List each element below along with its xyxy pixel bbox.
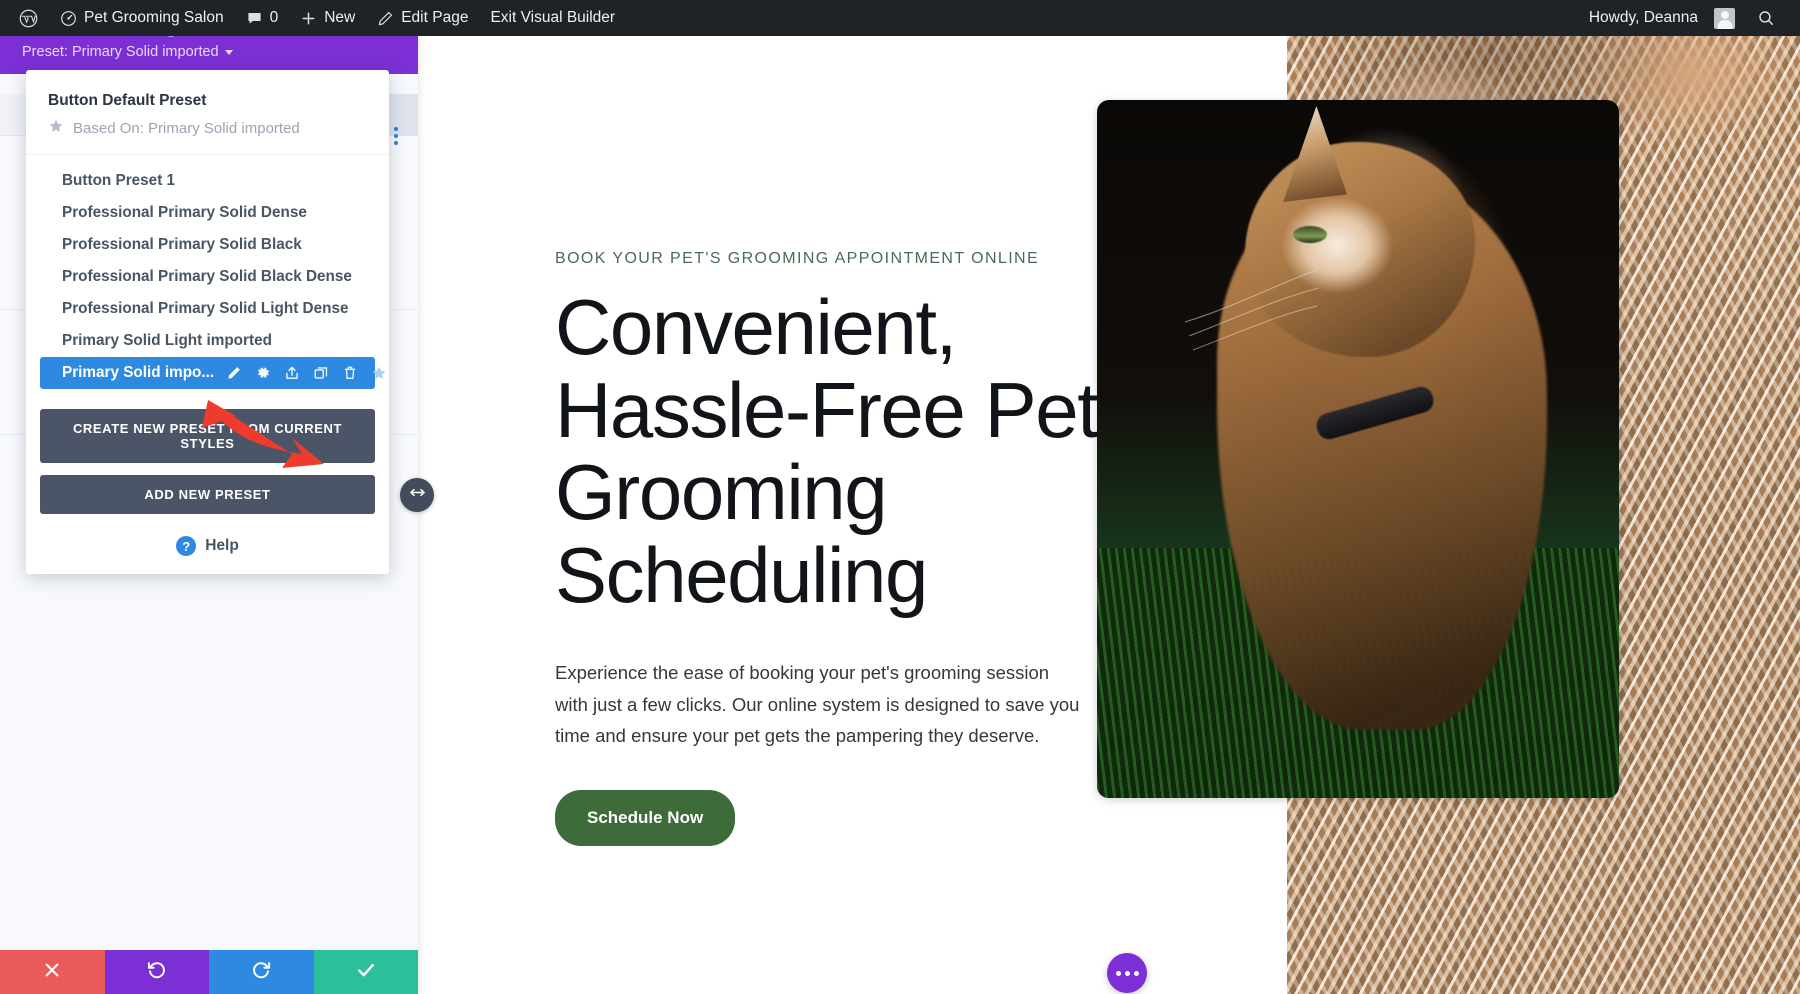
redo-arrow-icon xyxy=(251,959,272,985)
preset-item-professional-primary-solid-black-dense[interactable]: Professional Primary Solid Black Dense xyxy=(40,261,375,293)
create-new-preset-from-current-styles-button[interactable]: CREATE NEW PRESET FROM CURRENT STYLES xyxy=(40,409,375,463)
preset-label: Primary Solid Light imported xyxy=(62,332,272,349)
star-icon xyxy=(48,118,64,138)
ellipsis-horizontal-icon xyxy=(1115,970,1121,976)
based-on-label: Based On: Primary Solid imported xyxy=(73,119,300,137)
undo-button[interactable] xyxy=(104,950,209,994)
dashboard-speedometer-icon xyxy=(60,10,77,27)
add-new-preset-button[interactable]: ADD NEW PRESET xyxy=(40,475,375,514)
delete-preset-icon[interactable] xyxy=(342,365,358,381)
cancel-button[interactable] xyxy=(0,950,105,994)
rename-preset-icon[interactable] xyxy=(226,365,242,381)
default-preset-block[interactable]: Button Default Preset Based On: Primary … xyxy=(26,86,389,150)
help-question-icon: ? xyxy=(176,536,197,556)
comments-menu[interactable]: 0 xyxy=(235,0,290,36)
preset-label: Professional Primary Solid Light Dense xyxy=(62,300,349,317)
user-avatar-icon xyxy=(1714,7,1735,29)
wordpress-logo-icon xyxy=(19,9,38,28)
undo-arrow-icon xyxy=(146,959,167,985)
wp-admin-bar: Pet Grooming Salon 0 New Edit Page Exit … xyxy=(0,0,1800,36)
my-account-menu[interactable]: Howdy, Deanna xyxy=(1578,0,1746,36)
set-default-preset-icon[interactable] xyxy=(371,365,387,381)
ellipsis-dot-3 xyxy=(1133,970,1139,976)
help-label: Help xyxy=(205,537,239,554)
cat-eye-shape xyxy=(1293,226,1327,243)
preset-list: Button Preset 1 Professional Primary Sol… xyxy=(26,161,389,391)
preset-item-professional-primary-solid-light-dense[interactable]: Professional Primary Solid Light Dense xyxy=(40,293,375,325)
comment-bubble-icon xyxy=(246,10,263,27)
new-label: New xyxy=(324,9,356,26)
horizontal-resize-icon xyxy=(408,483,427,507)
plus-icon xyxy=(300,10,317,27)
pencil-icon xyxy=(377,10,394,27)
howdy-label: Howdy, Deanna xyxy=(1588,9,1698,26)
default-preset-title: Button Default Preset xyxy=(48,92,207,109)
default-preset-based-on: Based On: Primary Solid imported xyxy=(48,118,367,138)
kebab-dot-2 xyxy=(394,134,398,138)
builder-settings-fab[interactable] xyxy=(1107,953,1147,993)
hero-paragraph: Experience the ease of booking your pet'… xyxy=(555,661,1080,747)
hero-eyebrow: BOOK YOUR PET'S GROOMING APPOINTMENT ONL… xyxy=(555,250,1040,267)
redo-button[interactable] xyxy=(209,950,314,994)
preset-item-professional-primary-solid-black[interactable]: Professional Primary Solid Black xyxy=(40,229,375,261)
site-name-menu[interactable]: Pet Grooming Salon xyxy=(49,0,235,36)
preset-settings-icon[interactable] xyxy=(255,365,271,381)
cat-whiskers xyxy=(1184,269,1320,351)
close-x-icon xyxy=(42,960,62,985)
admin-bar-right: Howdy, Deanna xyxy=(1578,0,1800,36)
save-button[interactable] xyxy=(313,950,418,994)
preset-label: Professional Primary Solid Dense xyxy=(62,204,307,221)
comments-count: 0 xyxy=(269,9,279,26)
preset-label: Professional Primary Solid Black xyxy=(62,236,302,253)
kebab-dot-3 xyxy=(394,141,398,145)
panel-resize-handle[interactable] xyxy=(400,478,434,512)
page-title: Convenient, Hassle-Free Pet Grooming Sch… xyxy=(555,283,1099,620)
schedule-now-button[interactable]: Schedule Now xyxy=(555,790,736,847)
wp-logo-menu[interactable] xyxy=(8,0,49,36)
search-icon xyxy=(1757,9,1775,27)
preset-item-professional-primary-solid-dense[interactable]: Professional Primary Solid Dense xyxy=(40,197,375,229)
ellipsis-dot-2 xyxy=(1124,970,1130,976)
edit-page-label: Edit Page xyxy=(401,9,469,26)
preset-item-button-preset-1[interactable]: Button Preset 1 xyxy=(40,165,375,197)
new-content-menu[interactable]: New xyxy=(289,0,366,36)
preset-dropdown: Button Default Preset Based On: Primary … xyxy=(26,70,389,574)
preset-selector[interactable]: Preset: Primary Solid imported xyxy=(22,44,400,60)
edit-page-link[interactable]: Edit Page xyxy=(366,0,479,36)
preset-item-primary-solid-light-imported[interactable]: Primary Solid Light imported xyxy=(40,325,375,357)
cat-photo-module[interactable] xyxy=(1097,100,1619,798)
preset-label: Primary Solid impo... xyxy=(62,364,215,381)
checkmark-icon xyxy=(355,959,377,986)
duplicate-preset-icon[interactable] xyxy=(313,365,329,381)
preset-label: Button Preset 1 xyxy=(62,172,176,189)
exit-visual-builder-link[interactable]: Exit Visual Builder xyxy=(479,0,626,36)
preset-item-primary-solid-imported-selected[interactable]: Primary Solid impo... xyxy=(40,357,386,389)
hero-text-column: BOOK YOUR PET'S GROOMING APPOINTMENT ONL… xyxy=(555,250,1115,847)
dropdown-divider xyxy=(26,154,389,155)
screen-root: Pet Grooming Salon 0 New Edit Page Exit … xyxy=(0,0,1800,994)
exit-visual-builder-label: Exit Visual Builder xyxy=(490,9,616,26)
admin-bar-left: Pet Grooming Salon 0 New Edit Page Exit … xyxy=(0,0,626,36)
preset-row-actions xyxy=(226,365,387,381)
page-canvas: BOOK YOUR PET'S GROOMING APPOINTMENT ONL… xyxy=(418,36,1800,994)
help-link[interactable]: ? Help xyxy=(26,526,389,564)
kebab-dot-1 xyxy=(394,127,398,131)
site-name-label: Pet Grooming Salon xyxy=(84,9,224,26)
preset-selector-label: Preset: Primary Solid imported xyxy=(22,44,219,60)
admin-bar-search-button[interactable] xyxy=(1746,0,1786,36)
panel-footer-actions xyxy=(0,950,418,994)
chevron-down-icon xyxy=(224,49,233,55)
preset-label: Professional Primary Solid Black Dense xyxy=(62,268,352,285)
export-preset-icon[interactable] xyxy=(284,365,300,381)
row-options-kebab-icon[interactable] xyxy=(394,127,398,145)
